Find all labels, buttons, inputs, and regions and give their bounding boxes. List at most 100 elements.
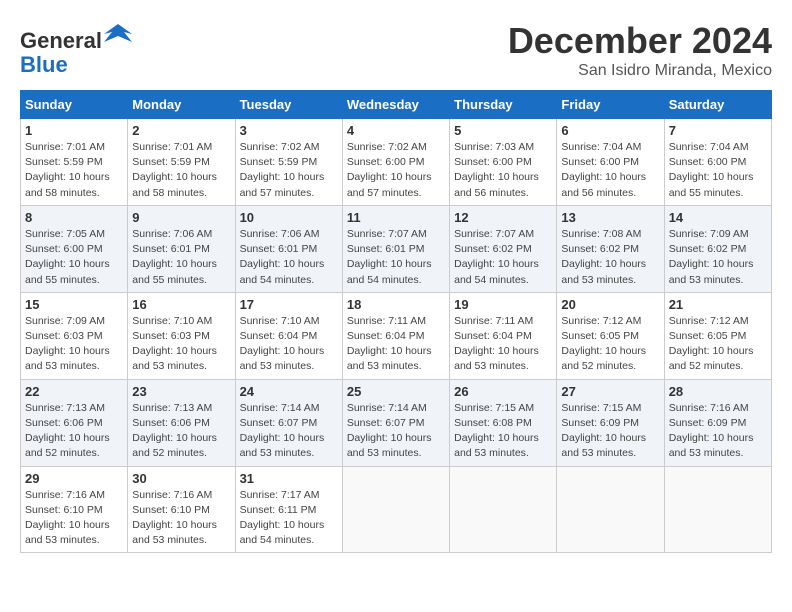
calendar-cell xyxy=(342,466,449,553)
day-number: 15 xyxy=(25,297,123,312)
day-of-week-header: Friday xyxy=(557,91,664,119)
calendar-cell: 15 Sunrise: 7:09 AM Sunset: 6:03 PM Dayl… xyxy=(21,292,128,379)
calendar-cell: 10 Sunrise: 7:06 AM Sunset: 6:01 PM Dayl… xyxy=(235,205,342,292)
day-detail: Sunrise: 7:14 AM Sunset: 6:07 PM Dayligh… xyxy=(240,401,338,462)
calendar-cell: 2 Sunrise: 7:01 AM Sunset: 5:59 PM Dayli… xyxy=(128,119,235,206)
day-detail: Sunrise: 7:13 AM Sunset: 6:06 PM Dayligh… xyxy=(132,401,230,462)
calendar-cell: 20 Sunrise: 7:12 AM Sunset: 6:05 PM Dayl… xyxy=(557,292,664,379)
day-number: 12 xyxy=(454,210,552,225)
calendar-cell: 5 Sunrise: 7:03 AM Sunset: 6:00 PM Dayli… xyxy=(450,119,557,206)
day-detail: Sunrise: 7:08 AM Sunset: 6:02 PM Dayligh… xyxy=(561,227,659,288)
calendar-cell: 24 Sunrise: 7:14 AM Sunset: 6:07 PM Dayl… xyxy=(235,379,342,466)
calendar-cell: 29 Sunrise: 7:16 AM Sunset: 6:10 PM Dayl… xyxy=(21,466,128,553)
logo-bird-icon xyxy=(104,20,132,48)
day-number: 21 xyxy=(669,297,767,312)
day-number: 11 xyxy=(347,210,445,225)
day-detail: Sunrise: 7:09 AM Sunset: 6:02 PM Dayligh… xyxy=(669,227,767,288)
calendar-cell: 31 Sunrise: 7:17 AM Sunset: 6:11 PM Dayl… xyxy=(235,466,342,553)
day-detail: Sunrise: 7:15 AM Sunset: 6:08 PM Dayligh… xyxy=(454,401,552,462)
calendar-cell xyxy=(557,466,664,553)
day-detail: Sunrise: 7:12 AM Sunset: 6:05 PM Dayligh… xyxy=(669,314,767,375)
day-number: 19 xyxy=(454,297,552,312)
calendar-cell: 18 Sunrise: 7:11 AM Sunset: 6:04 PM Dayl… xyxy=(342,292,449,379)
day-detail: Sunrise: 7:10 AM Sunset: 6:04 PM Dayligh… xyxy=(240,314,338,375)
day-detail: Sunrise: 7:15 AM Sunset: 6:09 PM Dayligh… xyxy=(561,401,659,462)
calendar-cell: 26 Sunrise: 7:15 AM Sunset: 6:08 PM Dayl… xyxy=(450,379,557,466)
day-number: 3 xyxy=(240,123,338,138)
day-number: 10 xyxy=(240,210,338,225)
month-title: December 2024 xyxy=(508,20,772,62)
day-number: 1 xyxy=(25,123,123,138)
title-area: December 2024 San Isidro Miranda, Mexico xyxy=(508,20,772,80)
calendar-cell: 6 Sunrise: 7:04 AM Sunset: 6:00 PM Dayli… xyxy=(557,119,664,206)
calendar-cell: 3 Sunrise: 7:02 AM Sunset: 5:59 PM Dayli… xyxy=(235,119,342,206)
day-of-week-header: Monday xyxy=(128,91,235,119)
calendar-cell: 23 Sunrise: 7:13 AM Sunset: 6:06 PM Dayl… xyxy=(128,379,235,466)
day-number: 20 xyxy=(561,297,659,312)
calendar-body: 1 Sunrise: 7:01 AM Sunset: 5:59 PM Dayli… xyxy=(21,119,772,553)
day-detail: Sunrise: 7:11 AM Sunset: 6:04 PM Dayligh… xyxy=(347,314,445,375)
day-detail: Sunrise: 7:06 AM Sunset: 6:01 PM Dayligh… xyxy=(240,227,338,288)
calendar-table: SundayMondayTuesdayWednesdayThursdayFrid… xyxy=(20,90,772,553)
day-number: 27 xyxy=(561,384,659,399)
day-number: 9 xyxy=(132,210,230,225)
day-detail: Sunrise: 7:03 AM Sunset: 6:00 PM Dayligh… xyxy=(454,140,552,201)
calendar-cell: 12 Sunrise: 7:07 AM Sunset: 6:02 PM Dayl… xyxy=(450,205,557,292)
day-detail: Sunrise: 7:07 AM Sunset: 6:01 PM Dayligh… xyxy=(347,227,445,288)
day-detail: Sunrise: 7:12 AM Sunset: 6:05 PM Dayligh… xyxy=(561,314,659,375)
day-number: 23 xyxy=(132,384,230,399)
calendar-cell: 25 Sunrise: 7:14 AM Sunset: 6:07 PM Dayl… xyxy=(342,379,449,466)
page-header: General Blue December 2024 San Isidro Mi… xyxy=(20,20,772,80)
day-detail: Sunrise: 7:16 AM Sunset: 6:10 PM Dayligh… xyxy=(132,488,230,549)
day-number: 5 xyxy=(454,123,552,138)
calendar-cell xyxy=(664,466,771,553)
day-number: 2 xyxy=(132,123,230,138)
day-detail: Sunrise: 7:11 AM Sunset: 6:04 PM Dayligh… xyxy=(454,314,552,375)
calendar-cell: 13 Sunrise: 7:08 AM Sunset: 6:02 PM Dayl… xyxy=(557,205,664,292)
logo-general: General xyxy=(20,28,102,53)
day-of-week-header: Saturday xyxy=(664,91,771,119)
calendar-week-row: 15 Sunrise: 7:09 AM Sunset: 6:03 PM Dayl… xyxy=(21,292,772,379)
calendar-cell: 9 Sunrise: 7:06 AM Sunset: 6:01 PM Dayli… xyxy=(128,205,235,292)
day-number: 18 xyxy=(347,297,445,312)
calendar-cell: 21 Sunrise: 7:12 AM Sunset: 6:05 PM Dayl… xyxy=(664,292,771,379)
day-of-week-header: Thursday xyxy=(450,91,557,119)
day-number: 29 xyxy=(25,471,123,486)
calendar-cell: 14 Sunrise: 7:09 AM Sunset: 6:02 PM Dayl… xyxy=(664,205,771,292)
day-of-week-header: Wednesday xyxy=(342,91,449,119)
calendar-cell: 27 Sunrise: 7:15 AM Sunset: 6:09 PM Dayl… xyxy=(557,379,664,466)
day-detail: Sunrise: 7:01 AM Sunset: 5:59 PM Dayligh… xyxy=(132,140,230,201)
day-number: 30 xyxy=(132,471,230,486)
calendar-week-row: 29 Sunrise: 7:16 AM Sunset: 6:10 PM Dayl… xyxy=(21,466,772,553)
day-number: 16 xyxy=(132,297,230,312)
calendar-cell: 1 Sunrise: 7:01 AM Sunset: 5:59 PM Dayli… xyxy=(21,119,128,206)
day-detail: Sunrise: 7:17 AM Sunset: 6:11 PM Dayligh… xyxy=(240,488,338,549)
day-number: 22 xyxy=(25,384,123,399)
calendar-cell xyxy=(450,466,557,553)
calendar-cell: 17 Sunrise: 7:10 AM Sunset: 6:04 PM Dayl… xyxy=(235,292,342,379)
day-number: 14 xyxy=(669,210,767,225)
logo: General Blue xyxy=(20,20,132,77)
day-detail: Sunrise: 7:07 AM Sunset: 6:02 PM Dayligh… xyxy=(454,227,552,288)
day-number: 8 xyxy=(25,210,123,225)
day-detail: Sunrise: 7:16 AM Sunset: 6:10 PM Dayligh… xyxy=(25,488,123,549)
day-number: 13 xyxy=(561,210,659,225)
day-number: 25 xyxy=(347,384,445,399)
day-detail: Sunrise: 7:02 AM Sunset: 5:59 PM Dayligh… xyxy=(240,140,338,201)
day-detail: Sunrise: 7:04 AM Sunset: 6:00 PM Dayligh… xyxy=(669,140,767,201)
calendar-cell: 4 Sunrise: 7:02 AM Sunset: 6:00 PM Dayli… xyxy=(342,119,449,206)
day-detail: Sunrise: 7:01 AM Sunset: 5:59 PM Dayligh… xyxy=(25,140,123,201)
day-number: 24 xyxy=(240,384,338,399)
calendar-week-row: 8 Sunrise: 7:05 AM Sunset: 6:00 PM Dayli… xyxy=(21,205,772,292)
day-detail: Sunrise: 7:05 AM Sunset: 6:00 PM Dayligh… xyxy=(25,227,123,288)
calendar-cell: 16 Sunrise: 7:10 AM Sunset: 6:03 PM Dayl… xyxy=(128,292,235,379)
calendar-cell: 28 Sunrise: 7:16 AM Sunset: 6:09 PM Dayl… xyxy=(664,379,771,466)
calendar-cell: 22 Sunrise: 7:13 AM Sunset: 6:06 PM Dayl… xyxy=(21,379,128,466)
day-number: 26 xyxy=(454,384,552,399)
logo-blue: Blue xyxy=(20,52,68,77)
calendar-header-row: SundayMondayTuesdayWednesdayThursdayFrid… xyxy=(21,91,772,119)
day-detail: Sunrise: 7:06 AM Sunset: 6:01 PM Dayligh… xyxy=(132,227,230,288)
day-detail: Sunrise: 7:04 AM Sunset: 6:00 PM Dayligh… xyxy=(561,140,659,201)
calendar-cell: 30 Sunrise: 7:16 AM Sunset: 6:10 PM Dayl… xyxy=(128,466,235,553)
day-of-week-header: Tuesday xyxy=(235,91,342,119)
